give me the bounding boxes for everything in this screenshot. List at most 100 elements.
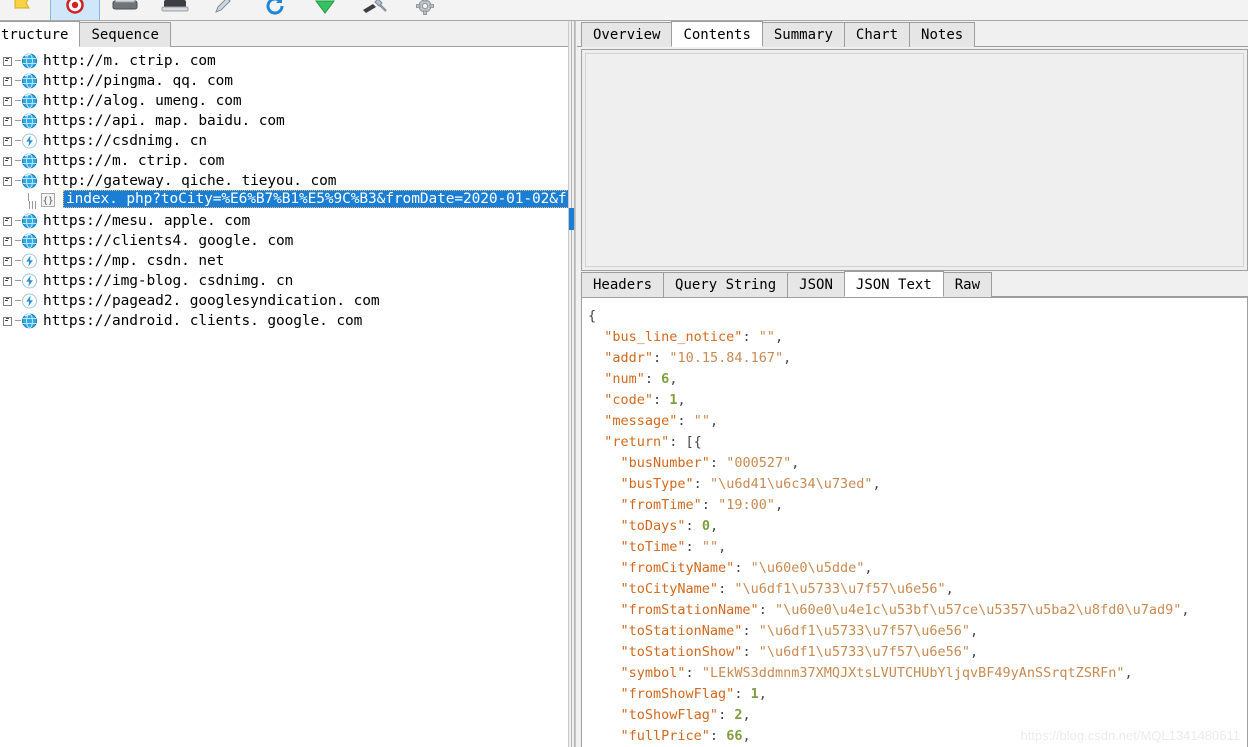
- json-text-view[interactable]: { "bus_line_notice": "", "addr": "10.15.…: [581, 297, 1248, 747]
- expand-toggle-icon[interactable]: [2, 251, 20, 271]
- json-line: "toDays": 0,: [588, 516, 1247, 537]
- tree-item-label: https://api. map. baidu. com: [43, 113, 285, 129]
- subtab-query-string[interactable]: Query String: [663, 272, 789, 297]
- flag-icon: [12, 0, 38, 20]
- clear-icon: [160, 0, 190, 20]
- stop-icon: [110, 0, 140, 20]
- json-punct: [588, 707, 621, 723]
- subtab-json[interactable]: JSON: [787, 272, 845, 297]
- expand-toggle-icon[interactable]: [2, 211, 20, 231]
- json-punct: [588, 602, 621, 618]
- toolbar-clear-button[interactable]: [150, 0, 200, 20]
- tab-notes[interactable]: Notes: [909, 22, 976, 47]
- tree-host-row[interactable]: https://api. map. baidu. com: [0, 111, 568, 131]
- tree-host-row[interactable]: https://clients4. google. com: [0, 231, 568, 251]
- tab-sequence[interactable]: Sequence: [79, 22, 171, 47]
- json-punct: :: [653, 350, 670, 366]
- tab-contents[interactable]: Contents: [671, 21, 763, 47]
- tree-host-row[interactable]: http://alog. umeng. com: [0, 91, 568, 111]
- toolbar-resume-button[interactable]: [300, 0, 350, 20]
- expand-toggle-icon[interactable]: [2, 171, 20, 191]
- expand-toggle-icon[interactable]: [2, 51, 20, 71]
- json-punct: :: [709, 455, 727, 471]
- subtab-json-text[interactable]: JSON Text: [843, 271, 944, 297]
- right-panel: Overview Contents Summary Chart Notes Header…: [577, 21, 1248, 747]
- tree-host-row[interactable]: https://mp. csdn. net: [0, 251, 568, 271]
- json-string: "": [758, 329, 775, 345]
- expand-toggle-icon[interactable]: [2, 131, 20, 151]
- toolbar-record-button[interactable]: [50, 0, 100, 20]
- request-preview-area[interactable]: [581, 49, 1248, 271]
- json-punct: [588, 392, 604, 408]
- json-punct: [588, 686, 621, 702]
- json-key: "fullPrice": [620, 728, 710, 744]
- toolbar-edit-pen-button[interactable]: [200, 0, 250, 20]
- json-line: "symbol": "LEkWS3ddmnm37XMQJXtsLVUTCHUbY…: [588, 663, 1247, 684]
- json-key: "toStationName": [620, 623, 743, 639]
- expand-toggle-icon[interactable]: [2, 311, 20, 331]
- tree-host-row[interactable]: http://gateway. qiche. tieyou. com: [0, 171, 568, 191]
- json-punct: ,: [945, 581, 954, 597]
- json-punct: {: [588, 308, 597, 324]
- tab-label: tructure: [1, 27, 69, 43]
- tree-leaf-row[interactable]: {} index. php?toCity=%E6%B7%B1%E5%9C%B3&f…: [0, 190, 568, 211]
- json-string: "\u60e0\u5dde": [750, 560, 865, 576]
- toolbar-flag-button[interactable]: [0, 0, 50, 20]
- expand-toggle-icon[interactable]: [2, 151, 20, 171]
- toolbar-settings-gear-button[interactable]: [400, 0, 450, 20]
- subtab-headers[interactable]: Headers: [581, 272, 665, 297]
- expand-toggle-icon[interactable]: [2, 111, 20, 131]
- tree-host-row[interactable]: https://android. clients. google. com: [0, 311, 568, 331]
- json-string: "\u6d41\u6c34\u73ed": [709, 476, 873, 492]
- json-punct: :: [693, 476, 710, 492]
- json-punct: [588, 350, 604, 366]
- tree-host-row[interactable]: https://pagead2. googlesyndication. com: [0, 291, 568, 311]
- panel-splitter[interactable]: [568, 21, 576, 747]
- bolt-icon: [20, 133, 40, 149]
- tree-scroll-indicator[interactable]: [569, 208, 574, 230]
- expand-toggle-icon[interactable]: [2, 231, 20, 251]
- globe-icon: [20, 313, 40, 329]
- json-key: "num": [604, 371, 645, 387]
- json-punct: [588, 623, 621, 639]
- toolbar-tools-button[interactable]: [350, 0, 400, 20]
- tab-overview[interactable]: Overview: [581, 22, 673, 47]
- json-punct: ,: [970, 623, 979, 639]
- json-line: "toTime": "",: [588, 537, 1247, 558]
- tree-host-row[interactable]: http://pingma. qq. com: [0, 71, 568, 91]
- tab-tructure[interactable]: tructure: [0, 21, 81, 47]
- json-key: "fromCityName": [620, 560, 735, 576]
- globe-icon: [20, 173, 40, 189]
- expand-toggle-icon[interactable]: [2, 271, 20, 291]
- tree-host-row[interactable]: http://m. ctrip. com: [0, 51, 568, 71]
- subtab-raw[interactable]: Raw: [942, 272, 993, 297]
- json-punct: :: [718, 707, 735, 723]
- json-punct: [588, 434, 604, 450]
- tree-host-row[interactable]: https://img-blog. csdnimg. cn: [0, 271, 568, 291]
- expand-toggle-icon[interactable]: [2, 291, 20, 311]
- json-punct: :: [734, 686, 751, 702]
- tree-item-label: https://mp. csdn. net: [43, 253, 225, 269]
- toolbar-refresh-button[interactable]: [250, 0, 300, 20]
- tab-summary[interactable]: Summary: [761, 22, 845, 47]
- tab-chart[interactable]: Chart: [843, 22, 911, 47]
- expand-toggle-icon[interactable]: [2, 71, 20, 91]
- json-punct: :: [685, 665, 702, 681]
- json-punct: ,: [758, 686, 767, 702]
- tree-host-row[interactable]: https://mesu. apple. com: [0, 211, 568, 231]
- session-tree[interactable]: http://m. ctrip. com http://pingma. qq. c…: [0, 47, 568, 747]
- tab-label: Raw: [954, 277, 981, 293]
- json-key: "message": [604, 413, 678, 429]
- selected-request-label: index. php?toCity=%E6%B7%B1%E5%9C%B3&fro…: [63, 190, 568, 208]
- json-key: "fromTime": [620, 497, 702, 513]
- json-line: "return": [{: [588, 432, 1247, 453]
- json-key: "toShowFlag": [620, 707, 719, 723]
- toolbar-stop-button[interactable]: [100, 0, 150, 20]
- expand-toggle-icon[interactable]: [2, 91, 20, 111]
- json-punct: ,: [669, 371, 678, 387]
- json-punct: ,: [1124, 665, 1133, 681]
- json-string: "\u6df1\u5733\u7f57\u6e56": [758, 644, 971, 660]
- tree-host-row[interactable]: https://m. ctrip. com: [0, 151, 568, 171]
- tree-host-row[interactable]: https://csdnimg. cn: [0, 131, 568, 151]
- json-line: "fromShowFlag": 1,: [588, 684, 1247, 705]
